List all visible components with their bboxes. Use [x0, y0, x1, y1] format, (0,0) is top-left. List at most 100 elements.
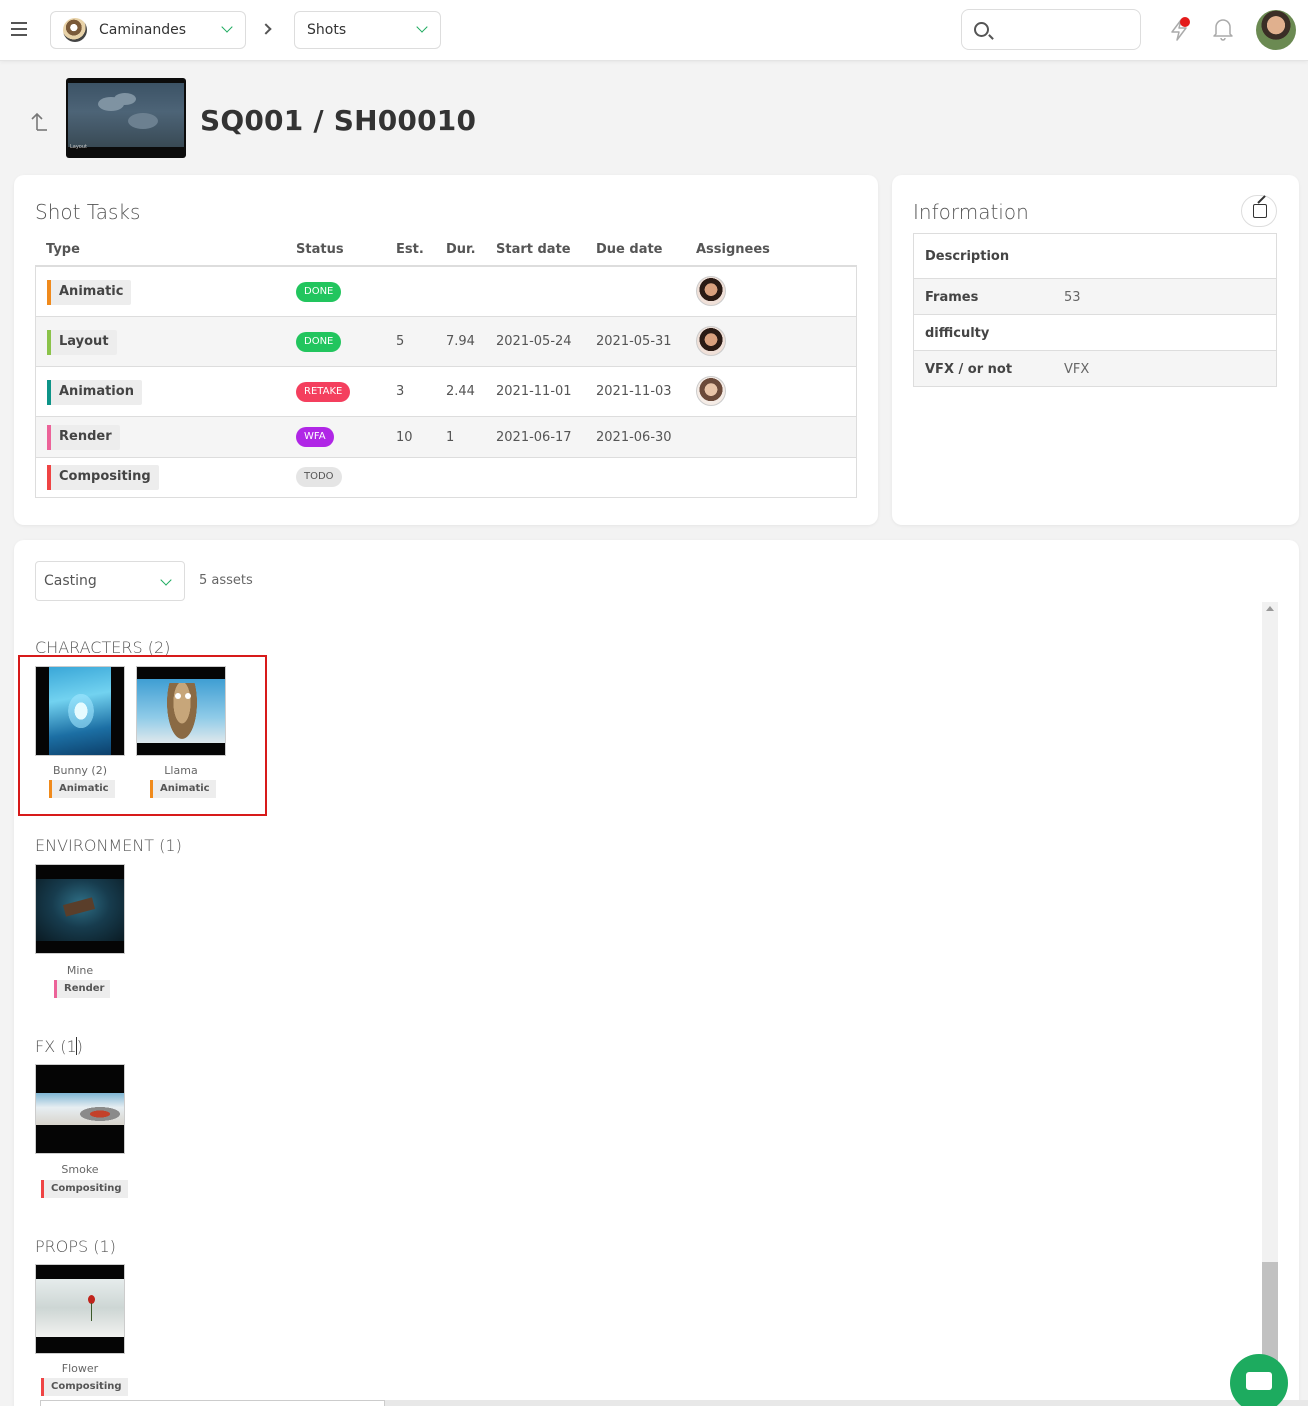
- search-icon: [974, 22, 989, 37]
- search-input[interactable]: [961, 9, 1141, 50]
- asset-name[interactable]: Bunny (2): [35, 764, 125, 777]
- horizontal-scrollbar[interactable]: [385, 1400, 1308, 1406]
- estimation-cell[interactable]: 3: [396, 384, 404, 399]
- casting-select-label: Casting: [44, 573, 97, 589]
- duration-cell: 7.94: [446, 334, 475, 349]
- info-label: Frames: [925, 290, 979, 305]
- info-value: 53: [1064, 290, 1081, 305]
- section-select-label: Shots: [307, 22, 347, 38]
- asset-thumbnail-smoke[interactable]: [35, 1064, 125, 1154]
- asset-count: 5 assets: [199, 573, 253, 588]
- asset-thumbnail-llama[interactable]: [136, 666, 226, 756]
- info-row: Frames 53: [914, 279, 1276, 315]
- task-type-chip[interactable]: Layout: [47, 330, 117, 355]
- asset-name[interactable]: Llama: [136, 764, 226, 777]
- menu-icon[interactable]: [11, 22, 27, 36]
- assignee-avatar[interactable]: [696, 376, 726, 406]
- shot-thumbnail[interactable]: Layout: [66, 78, 186, 158]
- chat-button[interactable]: [1230, 1354, 1288, 1406]
- assignee-avatar[interactable]: [696, 326, 726, 356]
- section-select[interactable]: Shots: [294, 11, 441, 49]
- production-logo-icon: [63, 18, 87, 42]
- asset-thumbnail-bunny[interactable]: [35, 666, 125, 756]
- vertical-scrollbar[interactable]: [1262, 602, 1278, 1392]
- chevron-down-icon: [416, 21, 428, 33]
- info-label: Description: [925, 249, 1010, 264]
- task-type-chip[interactable]: Animatic: [47, 280, 132, 305]
- horizontal-scrollbar-thumb[interactable]: [40, 1400, 385, 1406]
- thumbnail-caption: Layout: [70, 144, 87, 150]
- asset-task-label: Animatic: [160, 783, 210, 794]
- asset-task-chip[interactable]: Animatic: [49, 780, 115, 798]
- back-arrow-icon[interactable]: [29, 110, 51, 132]
- asset-name[interactable]: Flower: [35, 1362, 125, 1375]
- due-date-cell[interactable]: 2021-05-31: [596, 334, 672, 349]
- chevron-down-icon: [160, 574, 172, 586]
- asset-task-chip[interactable]: Compositing: [41, 1378, 128, 1396]
- column-header-due-date[interactable]: Due date: [596, 242, 663, 257]
- task-type-label: Animation: [59, 384, 134, 399]
- asset-task-chip[interactable]: Compositing: [41, 1180, 128, 1198]
- column-header-duration[interactable]: Dur.: [446, 242, 476, 257]
- table-row[interactable]: Animatic DONE: [36, 267, 856, 317]
- asset-task-chip[interactable]: Animatic: [150, 780, 216, 798]
- bell-icon[interactable]: [1212, 16, 1234, 42]
- assignee-avatar[interactable]: [696, 276, 726, 306]
- asset-task-label: Compositing: [51, 1381, 122, 1392]
- estimation-cell[interactable]: 10: [396, 430, 413, 445]
- text-cursor: [76, 1037, 77, 1055]
- user-avatar[interactable]: [1256, 10, 1296, 50]
- column-header-type[interactable]: Type: [46, 242, 80, 257]
- status-badge[interactable]: DONE: [296, 282, 342, 302]
- start-date-cell[interactable]: 2021-06-17: [496, 430, 572, 445]
- top-bar: Caminandes Shots: [0, 0, 1308, 61]
- info-row: difficulty: [914, 315, 1276, 351]
- column-header-assignees[interactable]: Assignees: [696, 242, 770, 257]
- column-header-estimation[interactable]: Est.: [396, 242, 424, 257]
- task-type-label: Compositing: [59, 469, 151, 484]
- estimation-cell[interactable]: 5: [396, 334, 404, 349]
- table-row[interactable]: Render WFA 10 1 2021-06-17 2021-06-30: [36, 417, 856, 458]
- asset-name[interactable]: Smoke: [35, 1163, 125, 1176]
- start-date-cell[interactable]: 2021-11-01: [496, 384, 572, 399]
- column-header-status[interactable]: Status: [296, 242, 344, 257]
- info-row: VFX / or not VFX: [914, 351, 1276, 386]
- information-table: Description Frames 53 difficulty VFX / o…: [913, 233, 1277, 387]
- info-value: VFX: [1064, 362, 1090, 377]
- status-badge[interactable]: WFA: [296, 427, 334, 447]
- status-badge[interactable]: TODO: [296, 467, 342, 487]
- task-type-chip[interactable]: Render: [47, 425, 120, 450]
- duration-cell: 2.44: [446, 384, 475, 399]
- task-type-chip[interactable]: Compositing: [47, 465, 159, 490]
- table-row[interactable]: Animation RETAKE 3 2.44 2021-11-01 2021-…: [36, 367, 856, 417]
- table-row[interactable]: Compositing TODO: [36, 458, 856, 497]
- notification-dot: [1180, 17, 1190, 27]
- production-select[interactable]: Caminandes: [50, 11, 246, 49]
- asset-thumbnail-mine[interactable]: [35, 864, 125, 954]
- information-title: Information: [913, 200, 1029, 224]
- chevron-down-icon: [221, 21, 233, 33]
- info-label: difficulty: [925, 326, 990, 341]
- edit-button[interactable]: [1241, 195, 1277, 227]
- column-header-start-date[interactable]: Start date: [496, 242, 571, 257]
- due-date-cell[interactable]: 2021-11-03: [596, 384, 672, 399]
- scroll-up-icon[interactable]: [1266, 606, 1274, 611]
- status-badge[interactable]: RETAKE: [296, 382, 351, 402]
- start-date-cell[interactable]: 2021-05-24: [496, 334, 572, 349]
- table-row[interactable]: Layout DONE 5 7.94 2021-05-24 2021-05-31: [36, 317, 856, 367]
- asset-task-label: Compositing: [51, 1183, 122, 1194]
- task-type-label: Animatic: [59, 284, 124, 299]
- status-badge[interactable]: DONE: [296, 332, 342, 352]
- asset-thumbnail-flower[interactable]: [35, 1264, 125, 1354]
- task-type-label: Layout: [59, 334, 109, 349]
- due-date-cell[interactable]: 2021-06-30: [596, 430, 672, 445]
- asset-task-label: Render: [64, 983, 105, 994]
- task-type-chip[interactable]: Animation: [47, 380, 142, 405]
- info-label: VFX / or not: [925, 362, 1013, 377]
- asset-task-label: Animatic: [59, 783, 109, 794]
- asset-task-chip[interactable]: Render: [54, 980, 111, 998]
- casting-select[interactable]: Casting: [35, 561, 185, 601]
- chevron-right-icon: [260, 23, 272, 35]
- asset-name[interactable]: Mine: [35, 964, 125, 977]
- page-title: SQ001 / SH00010: [200, 104, 477, 137]
